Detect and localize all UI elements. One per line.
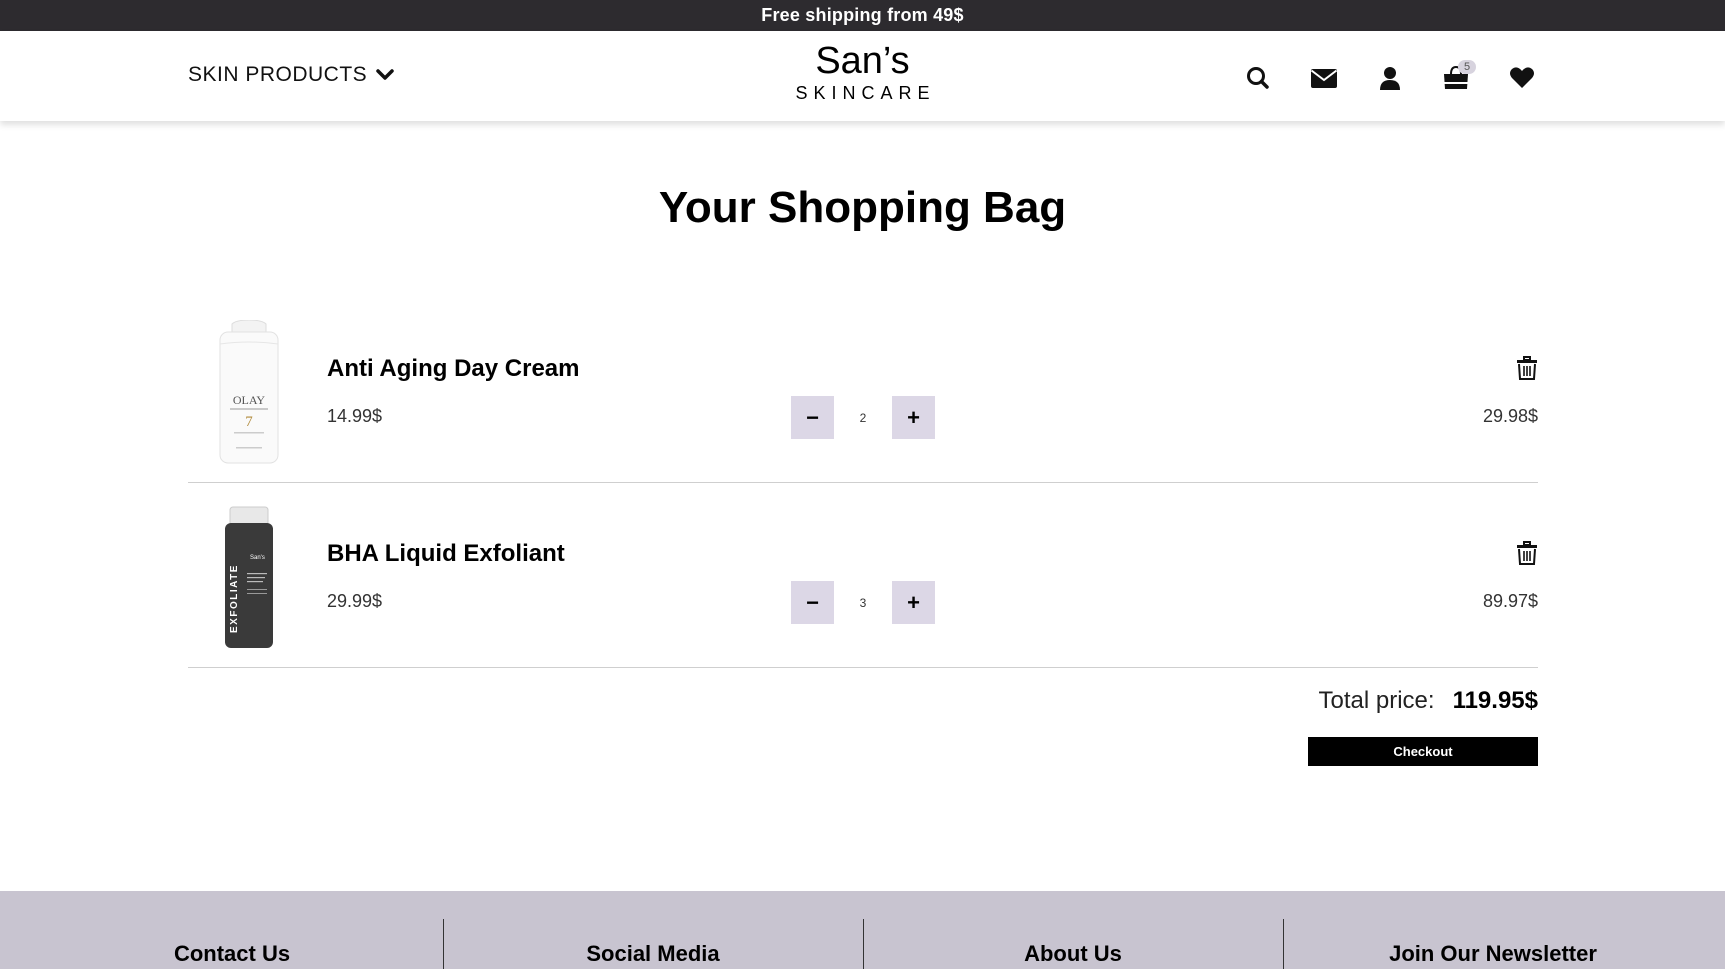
cart-count-badge: 5 [1458, 60, 1477, 74]
total-price-label: Total price: [1318, 687, 1435, 714]
envelope-icon [1310, 69, 1338, 88]
unit-price: 14.99$ [327, 406, 383, 426]
account-button[interactable] [1357, 61, 1423, 95]
footer-column-social: Social Media [443, 919, 863, 969]
announcement-text: Free shipping from 49$ [761, 5, 964, 25]
page-title: Your Shopping Bag [658, 183, 1067, 232]
day-cream-product-image[interactable]: OLAY 7 [214, 320, 284, 465]
cart-item: EXFOLIATE San's BHA Liquid Exfoliant 29.… [188, 483, 1538, 668]
exfoliant-product-image[interactable]: EXFOLIATE San's [214, 505, 284, 650]
product-name[interactable]: BHA Liquid Exfoliant [327, 540, 565, 568]
cart-button[interactable]: 5 [1423, 60, 1489, 95]
footer-heading[interactable]: Join Our Newsletter [1283, 941, 1703, 967]
quantity-stepper: − 2 + [791, 396, 935, 439]
total-price-value: 119.95$ [1452, 687, 1538, 714]
svg-text:San's: San's [250, 555, 265, 561]
site-footer: Contact Us Social Media About Us Join Ou… [0, 891, 1725, 969]
product-name[interactable]: Anti Aging Day Cream [327, 355, 579, 383]
quantity-value: 3 [859, 595, 867, 610]
trash-icon[interactable] [1516, 356, 1538, 380]
increase-quantity-button[interactable]: + [892, 581, 935, 624]
svg-text:EXFOLIATE: EXFOLIATE [229, 564, 240, 633]
quantity-stepper: − 3 + [791, 581, 935, 624]
footer-column-contact: Contact Us [22, 919, 442, 969]
wishlist-button[interactable] [1489, 61, 1555, 95]
footer-column-newsletter: Join Our Newsletter [1283, 919, 1703, 969]
unit-price: 29.99$ [327, 591, 383, 611]
svg-text:OLAY: OLAY [233, 393, 266, 407]
heart-icon [1510, 67, 1534, 88]
increase-quantity-button[interactable]: + [892, 396, 935, 439]
line-total: 89.97$ [1482, 591, 1538, 611]
announcement-bar: Free shipping from 49$ [0, 0, 1725, 31]
checkout-button[interactable]: Checkout [1308, 737, 1538, 766]
svg-text:7: 7 [245, 414, 253, 430]
footer-heading[interactable]: About Us [863, 941, 1283, 967]
decrease-quantity-button[interactable]: − [791, 581, 834, 624]
footer-column-about: About Us [863, 919, 1283, 969]
footer-heading[interactable]: Contact Us [22, 941, 442, 967]
site-header: SKIN PRODUCTS San’s SKINCARE 5 [0, 31, 1725, 121]
search-icon [1247, 67, 1269, 89]
cart-item: OLAY 7 Anti Aging Day Cream 14.99$ − 2 +… [188, 298, 1538, 483]
line-total: 29.98$ [1482, 406, 1538, 426]
total-price: Total price: 119.95$ [1319, 687, 1539, 715]
footer-heading[interactable]: Social Media [443, 941, 863, 967]
decrease-quantity-button[interactable]: − [791, 396, 834, 439]
user-icon [1380, 67, 1400, 90]
trash-icon[interactable] [1516, 541, 1538, 565]
quantity-value: 2 [859, 410, 867, 425]
messages-button[interactable] [1291, 61, 1357, 95]
header-icons: 5 [1225, 60, 1555, 95]
search-button[interactable] [1225, 61, 1291, 95]
